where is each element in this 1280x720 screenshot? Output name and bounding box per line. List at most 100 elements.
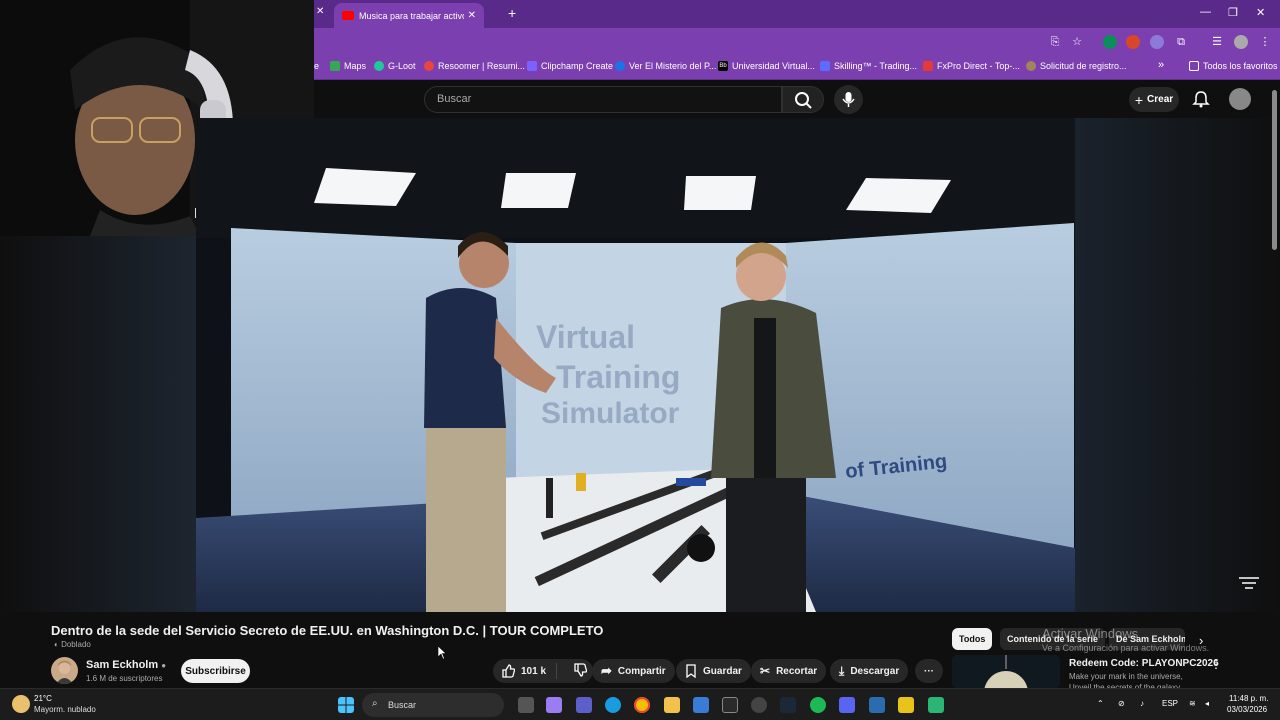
- g-loot-icon: [374, 61, 384, 71]
- clock-date[interactable]: 03/03/2026: [1227, 705, 1267, 714]
- taskbar-search[interactable]: ⌕ Buscar: [362, 693, 504, 717]
- show-hidden-icons[interactable]: ⌃: [1097, 699, 1104, 708]
- window-close-icon[interactable]: ✕: [1256, 6, 1265, 19]
- app-icon[interactable]: [869, 697, 885, 713]
- recommended-thumbnail[interactable]: [952, 655, 1060, 688]
- subscriber-count: 1.6 M de suscriptores: [86, 674, 163, 683]
- channel-name[interactable]: Sam Eckholm ●: [86, 659, 166, 671]
- minimize-icon[interactable]: —: [1200, 6, 1211, 18]
- dislike-button[interactable]: [563, 662, 588, 680]
- video-player[interactable]: Virtual Training Simulator of Training: [196, 118, 1075, 612]
- like-count: 101 k: [521, 665, 547, 677]
- site-icon: [615, 61, 625, 71]
- page-scrollbar[interactable]: [1272, 90, 1277, 250]
- tab-search-icon[interactable]: ☰: [1210, 35, 1224, 49]
- site-icon: [1026, 61, 1036, 71]
- channel-avatar[interactable]: [51, 657, 78, 684]
- bookmark-clipchamp[interactable]: Clipchamp Create: [527, 61, 613, 71]
- bookmark-universidad[interactable]: Bb Universidad Virtual...: [718, 61, 815, 71]
- ambient-glow-right: [1075, 118, 1280, 612]
- bookmark-maps[interactable]: Maps: [330, 61, 366, 71]
- bookmark-star-icon[interactable]: ☆: [1070, 35, 1084, 49]
- teams-icon[interactable]: [576, 697, 592, 713]
- video-chapter-icon[interactable]: [1237, 576, 1261, 590]
- bookmarks-bar: e Maps G-Loot Resoomer | Resumi... Clipc…: [314, 56, 1280, 80]
- grammarly-extension-icon[interactable]: [1103, 35, 1117, 49]
- save-button[interactable]: Guardar: [676, 659, 751, 683]
- bookmark-fxpro[interactable]: FxPro Direct - Top-...: [923, 61, 1020, 71]
- account-avatar[interactable]: [1229, 88, 1251, 110]
- download-button[interactable]: ⤓ Descargar: [830, 659, 909, 683]
- like-dislike-group: 101 k: [493, 659, 593, 683]
- restore-icon[interactable]: ❐: [1228, 6, 1238, 19]
- banner-text: Virtual: [536, 319, 635, 355]
- create-label: Crear: [1147, 94, 1174, 105]
- notifications-bell-icon[interactable]: [1191, 89, 1211, 109]
- microphone-tray-icon[interactable]: ♪: [1140, 699, 1144, 708]
- browser-toolbar: ⎘ ☆ ⧉ ☰ ⋮: [314, 28, 1280, 56]
- copilot-icon[interactable]: [546, 697, 562, 713]
- search-input[interactable]: Buscar: [424, 86, 782, 113]
- weather-icon[interactable]: [12, 695, 30, 713]
- subscribe-button[interactable]: Subscribirse: [181, 659, 250, 683]
- microsoft-store-icon[interactable]: [693, 697, 709, 713]
- epic-games-icon[interactable]: [722, 697, 738, 713]
- spotify-icon[interactable]: [810, 697, 826, 713]
- chrome-menu-icon[interactable]: ⋮: [1258, 35, 1272, 49]
- search-icon: [795, 92, 812, 109]
- clock-time[interactable]: 11:48 p. m.: [1229, 694, 1268, 703]
- windows-start-icon[interactable]: [338, 697, 354, 713]
- extension-icon[interactable]: [1150, 35, 1164, 49]
- clip-button[interactable]: ✂ Recortar: [751, 659, 827, 683]
- share-button[interactable]: ➦ Compartir: [592, 659, 675, 683]
- chrome-icon[interactable]: [634, 697, 650, 713]
- search-button[interactable]: [782, 86, 824, 113]
- profile-avatar[interactable]: [1234, 35, 1248, 49]
- close-tab-icon[interactable]: ✕: [468, 10, 476, 21]
- close-icon[interactable]: ✕: [316, 6, 324, 17]
- extensions-puzzle-icon[interactable]: ⧉: [1174, 35, 1188, 49]
- app-icon[interactable]: [928, 697, 944, 713]
- install-app-icon[interactable]: ⎘: [1048, 35, 1062, 49]
- voice-search-button[interactable]: [834, 85, 863, 114]
- kebab-menu-icon[interactable]: ⋮: [1210, 657, 1222, 671]
- browser-tab-active[interactable]: Musica para trabajar activo y a ✕: [334, 3, 484, 28]
- language-indicator[interactable]: ESP: [1162, 699, 1178, 708]
- bookmark-solicitud[interactable]: Solicitud de registro...: [1026, 61, 1127, 71]
- mouse-cursor-icon: [438, 646, 446, 659]
- recommended-title[interactable]: Redeem Code: PLAYONPC2026: [1069, 658, 1219, 669]
- exness-icon[interactable]: [898, 697, 914, 713]
- banner-text: Simulator: [541, 397, 680, 430]
- steam-icon[interactable]: [780, 697, 796, 713]
- windows-activation-watermark: Activar Windows: [1042, 626, 1139, 641]
- create-button[interactable]: + Crear: [1129, 87, 1179, 112]
- like-button[interactable]: 101 k: [493, 663, 557, 679]
- all-favorites[interactable]: Todos los favoritos: [1189, 61, 1278, 71]
- bookmark-partial[interactable]: e: [314, 61, 319, 71]
- network-off-icon[interactable]: ⊘: [1118, 699, 1125, 708]
- bookmark-misterio[interactable]: Ver El Misterio del P...: [615, 61, 716, 71]
- weather-temperature[interactable]: 21°C: [34, 694, 52, 703]
- maps-icon: [330, 61, 340, 71]
- task-view-icon[interactable]: [518, 697, 534, 713]
- extension-icon[interactable]: [1126, 35, 1140, 49]
- volume-icon[interactable]: ◂: [1205, 699, 1209, 708]
- wifi-icon[interactable]: ≋: [1189, 699, 1196, 708]
- verified-icon: ●: [161, 661, 167, 670]
- dubbed-badge: ◐ Doblado: [54, 640, 91, 649]
- discord-icon[interactable]: [839, 697, 855, 713]
- windows-activation-hint: Ve a Configuración para activar Windows.: [1042, 643, 1210, 653]
- new-tab-icon[interactable]: +: [508, 5, 516, 21]
- more-bookmarks-icon[interactable]: »: [1158, 59, 1164, 71]
- more-actions-button[interactable]: ···: [915, 659, 943, 683]
- weather-description[interactable]: Mayorm. nublado: [34, 705, 96, 714]
- thumbs-up-icon: [502, 664, 515, 678]
- folder-icon: [1189, 61, 1199, 71]
- obs-icon[interactable]: [751, 697, 767, 713]
- bookmark-resoomer[interactable]: Resoomer | Resumi...: [424, 61, 525, 71]
- bookmark-g-loot[interactable]: G-Loot: [374, 61, 416, 71]
- chip-todos[interactable]: Todos: [952, 628, 993, 650]
- file-explorer-icon[interactable]: [664, 697, 680, 713]
- bookmark-skilling[interactable]: Skilling™ - Trading...: [820, 61, 917, 71]
- edge-icon[interactable]: [605, 697, 621, 713]
